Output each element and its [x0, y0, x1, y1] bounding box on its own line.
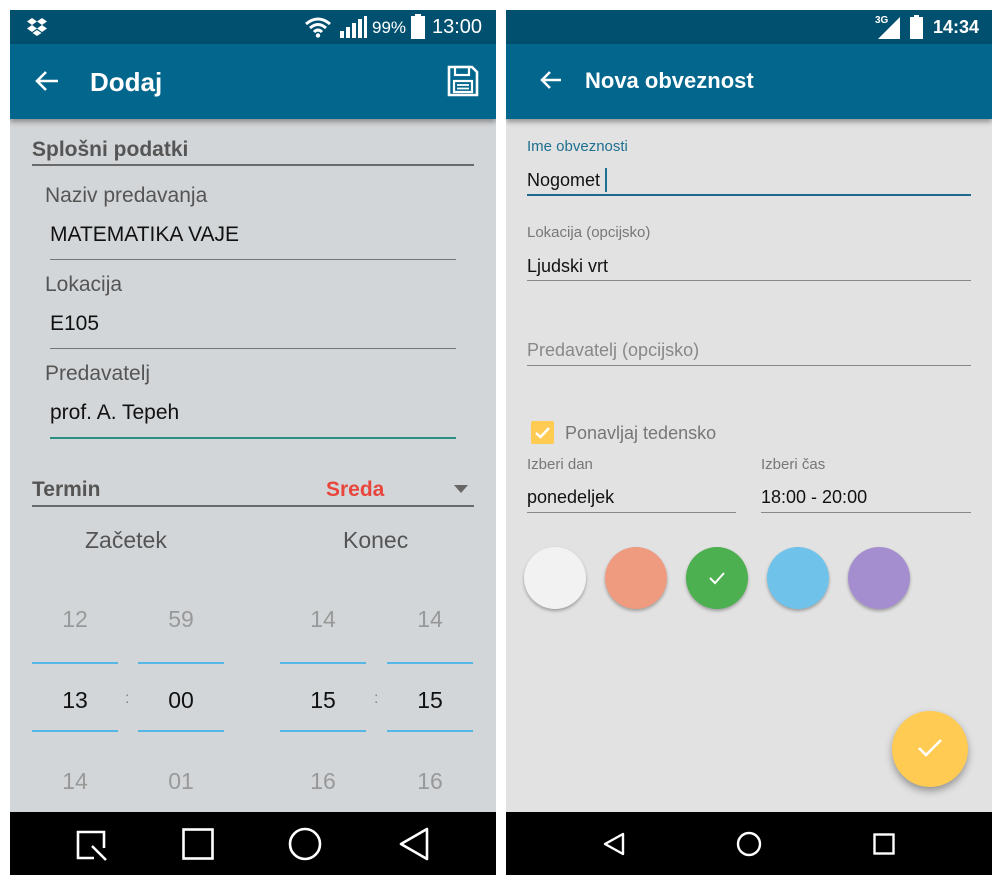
lecturer-input[interactable]: Predavatelj (opcijsko) [527, 340, 699, 361]
day-select-value[interactable]: Sreda [326, 478, 384, 502]
day-label: Izberi dan [527, 456, 593, 473]
dropbox-icon [27, 18, 47, 36]
time-underline [761, 512, 971, 513]
app-bar: Dodaj [10, 44, 496, 119]
picker-divider [280, 662, 366, 664]
page-title: Nova obveznost [585, 68, 754, 93]
picker-current-value: 00 [168, 687, 194, 713]
location-input[interactable]: E105 [50, 312, 99, 336]
picker-prev-value: 12 [62, 606, 88, 632]
picker-current-value: 13 [62, 687, 88, 713]
lecturer-underline [527, 365, 971, 366]
back-arrow-icon[interactable] [34, 69, 60, 93]
nav-bar [506, 812, 992, 875]
recents-icon[interactable] [873, 833, 895, 855]
end-label: Konec [343, 527, 409, 553]
left-screen: 99% 13:00 Dodaj Splošni podatki Naziv pr… [10, 10, 496, 875]
picker-next-value: 16 [417, 768, 443, 794]
picker-divider [138, 662, 224, 664]
picker-divider [387, 662, 473, 664]
screenshot-icon[interactable] [74, 828, 110, 862]
name-input[interactable]: Nogomet [527, 170, 600, 191]
check-icon [709, 572, 725, 585]
battery-percent: 99% [372, 18, 407, 37]
course-name-input[interactable]: MATEMATIKA VAJE [50, 223, 239, 247]
picker-divider [280, 730, 366, 732]
home-icon[interactable] [736, 831, 762, 857]
start-label: Začetek [85, 527, 167, 553]
picker-prev-value: 59 [168, 606, 194, 632]
day-underline [527, 512, 736, 513]
picker-current-value: 15 [417, 687, 443, 713]
home-icon[interactable] [288, 827, 322, 861]
lecturer-label: Predavatelj [45, 362, 151, 385]
save-icon[interactable] [446, 64, 480, 98]
picker-divider [32, 730, 118, 732]
check-icon [918, 739, 942, 757]
picker-current-value: 15 [310, 687, 336, 713]
picker-next-value: 14 [62, 768, 88, 794]
term-divider [32, 505, 474, 507]
color-option-salmon[interactable] [605, 547, 667, 609]
picker-next-value: 01 [168, 768, 194, 794]
right-screen: 3G 14:34 Nova obveznost Ime obveznosti N… [506, 10, 992, 875]
lecturer-underline-focused [50, 437, 456, 439]
picker-divider [138, 730, 224, 732]
repeat-checkbox[interactable] [531, 421, 554, 444]
lecturer-input[interactable]: prof. A. Tepeh [50, 401, 179, 425]
app-bar: Nova obveznost [506, 44, 992, 119]
back-icon[interactable] [603, 832, 625, 856]
text-cursor [605, 168, 607, 192]
status-bar: 3G 14:34 [506, 10, 992, 44]
signal-icon [878, 17, 900, 39]
picker-next-value: 16 [310, 768, 336, 794]
status-time: 14:34 [933, 17, 980, 37]
location-label: Lokacija [45, 273, 123, 296]
status-time: 13:00 [432, 16, 483, 38]
time-label: Izberi čas [761, 456, 826, 473]
time-separator: : [125, 690, 130, 707]
repeat-label: Ponavljaj tedensko [565, 423, 717, 443]
section-term-title: Termin [32, 478, 101, 501]
day-select[interactable]: ponedeljek [527, 487, 614, 508]
confirm-fab-button[interactable] [892, 711, 968, 787]
location-underline [527, 280, 971, 281]
nav-bar [10, 812, 496, 875]
picker-prev-value: 14 [417, 606, 443, 632]
picker-divider [32, 662, 118, 664]
course-name-label: Naziv predavanja [45, 184, 208, 207]
time-separator: : [374, 690, 379, 707]
signal-icon [340, 16, 367, 38]
color-option-blue[interactable] [767, 547, 829, 609]
color-option-purple[interactable] [848, 547, 910, 609]
picker-divider [387, 730, 473, 732]
page-title: Dodaj [90, 67, 163, 97]
section-divider [32, 164, 474, 166]
section-general-title: Splošni podatki [32, 138, 189, 161]
recents-icon[interactable] [182, 828, 214, 860]
battery-icon [910, 15, 923, 39]
battery-icon [411, 14, 425, 39]
status-bar: 99% 13:00 [10, 10, 496, 44]
color-option-green[interactable] [686, 547, 748, 609]
color-option-white[interactable] [524, 547, 586, 609]
location-label: Lokacija (opcijsko) [527, 224, 651, 241]
check-icon [535, 427, 550, 439]
location-input[interactable]: Ljudski vrt [527, 256, 608, 277]
wifi-icon [305, 17, 331, 38]
name-label: Ime obveznosti [527, 138, 628, 155]
back-arrow-icon[interactable] [539, 69, 563, 91]
course-name-underline [50, 259, 456, 260]
name-underline-focused [527, 194, 971, 196]
picker-prev-value: 14 [310, 606, 336, 632]
dropdown-arrow-icon[interactable] [454, 485, 468, 493]
time-select[interactable]: 18:00 - 20:00 [761, 487, 867, 508]
back-icon[interactable] [398, 827, 430, 861]
location-underline [50, 348, 456, 349]
